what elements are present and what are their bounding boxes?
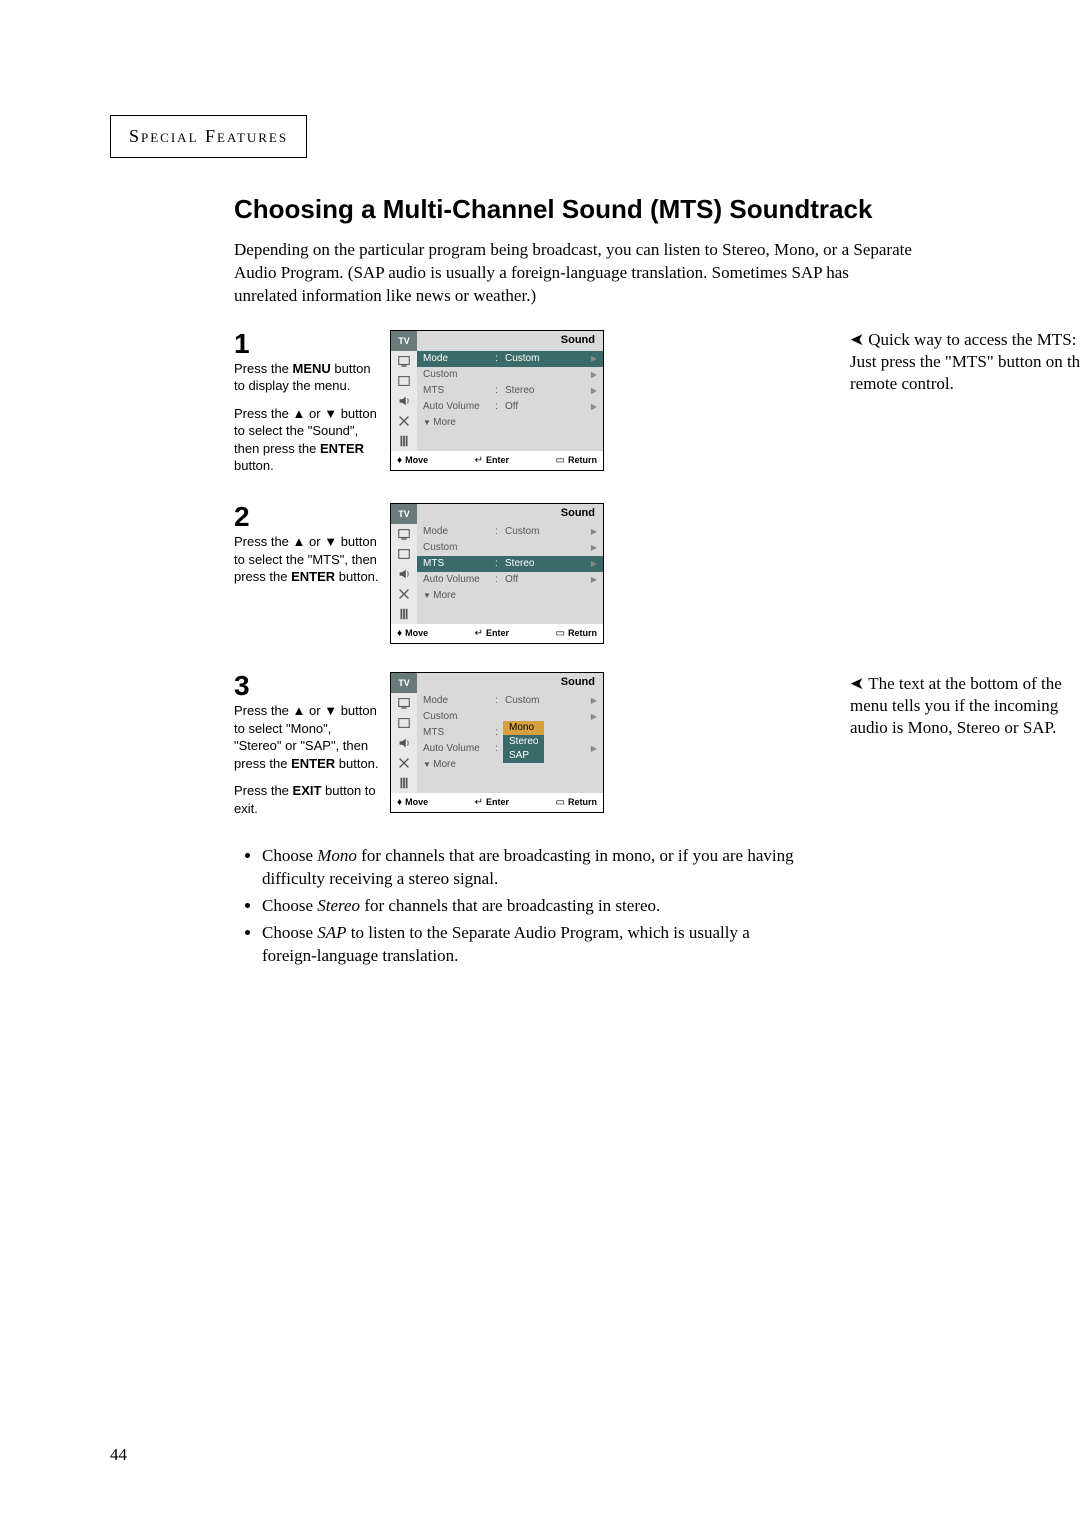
osd-title: Sound xyxy=(417,673,603,693)
display-icon xyxy=(391,371,417,391)
tv-icon: TV xyxy=(391,331,417,351)
osd-submenu-mts: Mono Stereo SAP xyxy=(503,721,544,763)
osd-footer: ♦Move ↵Enter ▭Return xyxy=(391,793,603,812)
osd-row-more: More xyxy=(417,588,603,604)
section-header: Special Features xyxy=(110,115,307,158)
tools-icon xyxy=(391,753,417,773)
step-1-text: 1 Press the MENU button to display the m… xyxy=(234,330,382,475)
osd-option-mono: Mono xyxy=(503,721,544,735)
page-number: 44 xyxy=(110,1445,127,1465)
intro-paragraph: Depending on the particular program bein… xyxy=(234,239,914,308)
manual-page: Special Features Choosing a Multi-Channe… xyxy=(0,0,1080,1525)
sound-icon xyxy=(391,564,417,584)
step-1-number: 1 xyxy=(234,330,382,358)
setup-icon xyxy=(391,773,417,793)
bullet-sap: Choose SAP to listen to the Separate Aud… xyxy=(262,922,794,968)
step-3-text: 3 Press the ▲ or ▼ button to select "Mon… xyxy=(234,672,382,817)
osd-row-mode: Mode:Custom▶ xyxy=(417,524,603,540)
pointer-left-icon: ➤ xyxy=(850,329,864,351)
setup-icon xyxy=(391,431,417,451)
osd-screenshot-3: TV Sound Mode:Custom▶ Custom▶ MTS: Auto … xyxy=(390,672,604,813)
osd-row-custom: Custom▶ xyxy=(417,367,603,383)
pointer-left-icon: ➤ xyxy=(850,673,864,695)
osd-row-autovol: Auto Volume:Off▶ xyxy=(417,399,603,415)
step-2-number: 2 xyxy=(234,503,382,531)
display-icon xyxy=(391,713,417,733)
sound-icon xyxy=(391,391,417,411)
osd-title: Sound xyxy=(417,504,603,524)
display-icon xyxy=(391,544,417,564)
osd-row-mts: MTS:Stereo▶ xyxy=(417,556,603,572)
osd-screenshot-2: TV Sound Mode:Custom▶ Custom▶ MTS:Stereo… xyxy=(390,503,604,644)
picture-icon xyxy=(391,693,417,713)
tools-icon xyxy=(391,584,417,604)
return-icon: ▭ xyxy=(556,455,565,466)
osd-row-more: More xyxy=(417,415,603,431)
page-title: Choosing a Multi-Channel Sound (MTS) Sou… xyxy=(234,195,974,225)
osd-screenshot-1: TV Sound Mode:Custom▶ Custom▶ MTS:Stereo… xyxy=(390,330,604,471)
bullet-mono: Choose Mono for channels that are broadc… xyxy=(262,845,794,891)
step-2: 2 Press the ▲ or ▼ button to select the … xyxy=(234,503,974,644)
osd-row-custom: Custom▶ xyxy=(417,540,603,556)
tools-icon xyxy=(391,411,417,431)
picture-icon xyxy=(391,524,417,544)
osd-icon-column: TV xyxy=(391,331,417,451)
side-note-mts-status: ➤The text at the bottom of the menu tell… xyxy=(850,673,1080,739)
osd-title: Sound xyxy=(417,331,603,351)
side-note-mts-shortcut: ➤Quick way to access the MTS: Just press… xyxy=(850,329,1080,395)
picture-icon xyxy=(391,351,417,371)
sound-icon xyxy=(391,733,417,753)
osd-footer: ♦Move ↵Enter ▭Return xyxy=(391,451,603,470)
setup-icon xyxy=(391,604,417,624)
osd-row-mode: Mode:Custom▶ xyxy=(417,351,603,367)
osd-footer: ♦Move ↵Enter ▭Return xyxy=(391,624,603,643)
osd-option-stereo: Stereo xyxy=(503,735,544,749)
osd-row-mts: MTS:Stereo▶ xyxy=(417,383,603,399)
osd-option-sap: SAP xyxy=(503,749,544,763)
step-2-text: 2 Press the ▲ or ▼ button to select the … xyxy=(234,503,382,586)
enter-icon: ↵ xyxy=(475,455,483,466)
move-icon: ♦ xyxy=(397,455,402,466)
tv-icon: TV xyxy=(391,504,417,524)
osd-row-mode: Mode:Custom▶ xyxy=(417,693,603,709)
tv-icon: TV xyxy=(391,673,417,693)
osd-row-autovol: Auto Volume:Off▶ xyxy=(417,572,603,588)
step-3-number: 3 xyxy=(234,672,382,700)
bullet-stereo: Choose Stereo for channels that are broa… xyxy=(262,895,794,918)
bullet-list: Choose Mono for channels that are broadc… xyxy=(234,845,794,968)
main-content: Choosing a Multi-Channel Sound (MTS) Sou… xyxy=(234,195,974,972)
